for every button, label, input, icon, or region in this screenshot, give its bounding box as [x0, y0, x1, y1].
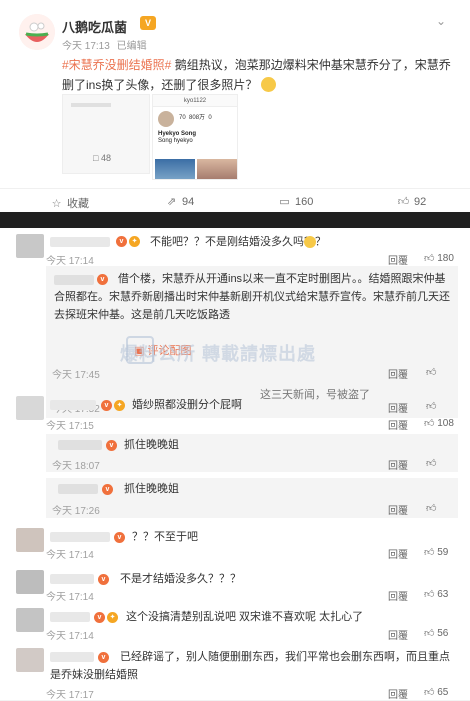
reply-button[interactable]: 回覆 [388, 366, 408, 381]
ins-avatar [158, 111, 174, 127]
comment-time: 今天 17:14 [46, 256, 94, 267]
topic-link[interactable]: #宋慧乔没删结婚照# [62, 58, 171, 72]
commenter-avatar[interactable] [16, 608, 44, 632]
post-image-1[interactable]: □ 48 [62, 94, 150, 174]
comment-like-button[interactable]: 👍︎ 59 [424, 546, 448, 558]
section-divider [0, 212, 470, 228]
comment-time: 今天 17:14 [46, 592, 94, 603]
post-time: 今天 17:13 [62, 41, 110, 52]
post-body: #宋慧乔没删结婚照# 鹅组热议，泡菜那边爆料宋仲基宋慧乔分了，宋慧乔删了ins换… [62, 55, 458, 95]
reply-like-icon[interactable]: 👍︎ [426, 400, 436, 412]
commenter-avatar[interactable] [16, 528, 44, 552]
reply-time: 今天 17:45 [52, 370, 100, 381]
post-meta: 今天 17:13 已编辑 [62, 37, 147, 52]
favorite-button[interactable]: ☆ 收藏 [50, 195, 89, 211]
reply-button[interactable]: 回覆 [388, 686, 408, 701]
comment-button[interactable]: ▭ 160 [278, 195, 313, 208]
emoji-icon [304, 236, 316, 248]
reply-button[interactable]: 回覆 [388, 252, 408, 267]
comment-list: v ✦ 不能吧？？不是刚结婚没多久吗？？ 今天 17:14 回覆 👍︎ 180 … [0, 228, 470, 701]
comment-time: 今天 17:15 [46, 421, 94, 432]
ins-stats: 70 808万 0 [179, 115, 212, 121]
edited-label: 已编辑 [116, 41, 147, 52]
thumbs-up-icon: 👍︎ [397, 196, 410, 208]
comment-like-button[interactable]: 👍︎ 180 [424, 252, 454, 264]
fan-badge-icon: ✦ [107, 612, 118, 623]
vip-badge-icon: V [140, 16, 156, 30]
ins-photo-2 [197, 159, 237, 179]
reply-button[interactable]: 回覆 [388, 546, 408, 561]
comment-text: 已经辟谣了，别人随便删删东西，我们平常也会删东西啊，而且重点是乔妹没删结婚照 [50, 651, 450, 681]
reply-thread: v 抓住晚晚姐 今天 17:26 回覆 👍︎ [46, 478, 458, 518]
reply-time: 今天 17:26 [52, 506, 100, 517]
author-name[interactable]: 八鹅吃瓜菌 [62, 17, 127, 36]
thumb-placeholder-line [71, 103, 111, 107]
post-actions: ☆ 收藏 ⇗ 94 ▭ 160 👍︎ 92 [0, 188, 470, 212]
ins-username: kyo1122 [153, 95, 237, 107]
reply-like-icon[interactable]: 👍︎ [426, 366, 436, 378]
reply-like-icon[interactable]: 👍︎ [426, 502, 436, 514]
reply-thread: v 抓住晚晚姐 今天 18:07 回覆 👍︎ [46, 434, 458, 472]
reply-time: 今天 18:07 [52, 461, 100, 472]
level-badge-icon: v [98, 574, 109, 585]
comment-icon: ▭ [279, 196, 290, 208]
comment-text: 婚纱照都没删分个屁啊 [132, 399, 242, 411]
reply-text: 这三天新闻，号被盗了 [260, 389, 370, 401]
comment-like-button[interactable]: 👍︎ 56 [424, 627, 448, 639]
comment-like-button[interactable]: 👍︎ 63 [424, 588, 448, 600]
commenter-name-blurred[interactable] [50, 612, 90, 622]
commenter-avatar[interactable] [16, 648, 44, 672]
like-button[interactable]: 👍︎ 92 [397, 195, 427, 208]
level-badge-icon: v [106, 440, 117, 451]
reply-button[interactable]: 回覆 [388, 417, 408, 432]
comment-text: 不能吧？？不是刚结婚没多久吗？？ [150, 236, 326, 248]
reply-button[interactable]: 回覆 [388, 400, 408, 415]
level-badge-icon: v [102, 484, 113, 495]
comment-text: ？？不至于吧 [132, 531, 198, 543]
reply-button[interactable]: 回覆 [388, 588, 408, 603]
star-icon: ☆ [51, 198, 62, 210]
level-badge-icon: v [94, 612, 105, 623]
comment-like-button[interactable]: 👍︎ 108 [424, 417, 454, 429]
comment-time: 今天 17:14 [46, 550, 94, 561]
commenter-avatar[interactable] [16, 234, 44, 258]
commenter-name-blurred[interactable] [50, 574, 94, 584]
repost-button[interactable]: ⇗ 94 [165, 195, 194, 208]
chevron-down-icon[interactable]: ⌄ [434, 14, 448, 28]
fan-badge-icon: ✦ [114, 400, 125, 411]
comment-text: 这个没搞清楚别乱说吧 双宋谁不喜欢呢 太扎心了 [126, 611, 364, 623]
ins-photo-1 [155, 159, 195, 179]
reply-button[interactable]: 回覆 [388, 627, 408, 642]
ins-display-name: Hyekyo Song Song hyekyo [158, 131, 197, 144]
reply-button[interactable]: 回覆 [388, 502, 408, 517]
repost-icon: ⇗ [166, 196, 177, 208]
weibo-post: 八鹅吃瓜菌 V 今天 17:13 已编辑 ⌄ #宋慧乔没删结婚照# 鹅组热议，泡… [0, 0, 470, 212]
thumb-count: □ 48 [93, 153, 111, 163]
level-badge-icon: v [101, 400, 112, 411]
comment-text: 不是才结婚没多久？？？ [120, 573, 241, 585]
author-avatar[interactable] [19, 14, 55, 50]
commenter-avatar[interactable] [16, 396, 44, 420]
post-image-2[interactable]: kyo1122 70 808万 0 Hyekyo Song Song hyeky… [152, 94, 238, 180]
reply-text: 抓住晚晚姐 [124, 439, 179, 451]
reply-button[interactable]: 回覆 [388, 457, 408, 472]
comment-time: 今天 17:17 [46, 690, 94, 701]
replier-name-blurred[interactable] [58, 484, 98, 494]
reply-like-icon[interactable]: 👍︎ [426, 457, 436, 469]
comment-time: 今天 17:14 [46, 631, 94, 642]
reply-text: 借个楼，宋慧乔从开通ins以来一直不定时删图片。。结婚照跟宋仲基合照都在。宋慧乔… [54, 273, 450, 321]
commenter-name-blurred[interactable] [50, 400, 96, 410]
commenter-avatar[interactable] [16, 570, 44, 594]
replier-name-blurred[interactable] [58, 440, 102, 450]
commenter-name-blurred[interactable] [50, 532, 110, 542]
reply-text: 抓住晚晚姐 [124, 483, 179, 495]
level-badge-icon: v [116, 236, 127, 247]
thinking-emoji-icon [260, 77, 276, 92]
watermark: 爆料公所 轉載請標出處 [120, 344, 316, 364]
comment-like-button[interactable]: 👍︎ 65 [424, 686, 448, 698]
commenter-name-blurred[interactable] [50, 237, 110, 247]
reply-thread: v 借个楼，宋慧乔从开通ins以来一直不定时删图片。。结婚照跟宋仲基合照都在。宋… [46, 266, 458, 388]
level-badge-icon: v [114, 532, 125, 543]
fan-badge-icon: ✦ [129, 236, 140, 247]
